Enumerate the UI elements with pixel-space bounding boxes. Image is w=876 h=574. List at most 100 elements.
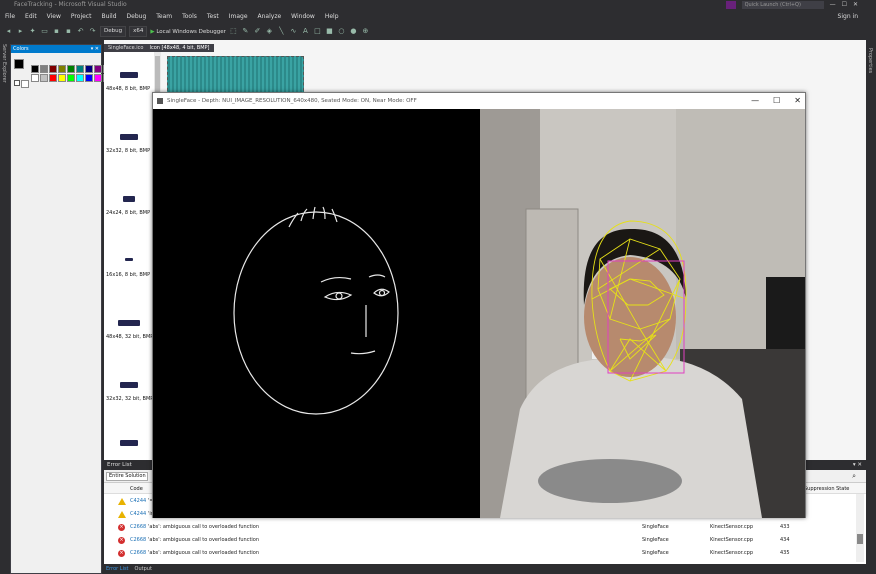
server-explorer-strip[interactable]: Server Explorer bbox=[0, 40, 10, 574]
filled-rect-tool-icon[interactable]: ■ bbox=[325, 27, 334, 36]
icon-thumbnail bbox=[120, 134, 138, 140]
text-tool-icon[interactable]: A bbox=[301, 27, 310, 36]
close-button[interactable]: ✕ bbox=[853, 0, 858, 10]
icon-entry[interactable]: 48x48, 8 bit, BMP bbox=[104, 62, 156, 102]
palette-color-swatch[interactable] bbox=[31, 74, 39, 82]
column-header-code[interactable]: Code bbox=[130, 486, 143, 492]
camera-scene bbox=[480, 109, 805, 518]
colors-panel-header: Colors ▾ ✕ bbox=[11, 45, 101, 53]
configuration-select[interactable]: Debug bbox=[100, 26, 127, 37]
quick-launch-input[interactable]: Quick Launch (Ctrl+Q) bbox=[741, 1, 824, 9]
properties-strip[interactable]: Properties bbox=[866, 40, 876, 574]
menu-debug[interactable]: Debug bbox=[122, 13, 152, 20]
icon-entry[interactable]: 24x24, 8 bit, BMP bbox=[104, 186, 156, 226]
search-icon[interactable]: ⌕ bbox=[852, 472, 856, 481]
menu-project[interactable]: Project bbox=[66, 13, 97, 20]
palette-color-swatch[interactable] bbox=[67, 74, 75, 82]
palette-color-swatch[interactable] bbox=[94, 74, 102, 82]
redo-icon[interactable]: ↷ bbox=[88, 27, 97, 36]
menu-tools[interactable]: Tools bbox=[177, 13, 202, 20]
palette-color-swatch[interactable] bbox=[31, 65, 39, 73]
brush-tool-icon[interactable]: ✐ bbox=[253, 27, 262, 36]
icon-entry[interactable]: 48x48, 32 bit, BMP bbox=[104, 310, 156, 350]
menu-help[interactable]: Help bbox=[320, 13, 344, 20]
icon-entry-label: 16x16, 8 bit, BMP bbox=[106, 272, 151, 278]
palette-color-swatch[interactable] bbox=[85, 65, 93, 73]
singleface-maximize-button[interactable]: ☐ bbox=[773, 93, 780, 109]
icon-entry[interactable]: 16x16, 8 bit, BMP bbox=[104, 248, 156, 288]
image-editor-canvas[interactable] bbox=[167, 56, 304, 96]
menu-view[interactable]: View bbox=[42, 13, 66, 20]
singleface-close-button[interactable]: ✕ bbox=[794, 93, 801, 109]
menu-test[interactable]: Test bbox=[202, 13, 224, 20]
ellipse-tool-icon[interactable]: ○ bbox=[337, 27, 346, 36]
foreground-color-swatch[interactable] bbox=[14, 59, 24, 69]
table-row[interactable]: × C2668'abs': ambiguous call to overloade… bbox=[104, 522, 854, 533]
table-row[interactable]: × C2668'abs': ambiguous call to overloade… bbox=[104, 548, 854, 559]
maximize-button[interactable]: ☐ bbox=[842, 0, 847, 10]
fill-tool-icon[interactable]: ◈ bbox=[265, 27, 274, 36]
error-list-controls[interactable]: ▾ ✕ bbox=[853, 460, 862, 470]
vs-logo-icon bbox=[725, 1, 736, 9]
menu-window[interactable]: Window bbox=[286, 13, 320, 20]
curve-tool-icon[interactable]: ∿ bbox=[289, 27, 298, 36]
open-icon[interactable]: ▭ bbox=[40, 27, 49, 36]
icon-entry[interactable]: 32x32, 32 bit, BMP bbox=[104, 372, 156, 412]
save-all-icon[interactable]: ▪ bbox=[64, 27, 73, 36]
menu-analyze[interactable]: Analyze bbox=[253, 13, 287, 20]
select-tool-icon[interactable]: ⬚ bbox=[229, 27, 238, 36]
save-icon[interactable]: ▪ bbox=[52, 27, 61, 36]
table-row[interactable]: × C2668'abs': ambiguous call to overloade… bbox=[104, 535, 854, 546]
minimize-button[interactable]: — bbox=[830, 0, 836, 10]
palette-color-swatch[interactable] bbox=[40, 74, 48, 82]
properties-label[interactable]: Properties bbox=[867, 48, 873, 73]
scrollbar-thumb[interactable] bbox=[857, 534, 863, 544]
scrollbar-thumb[interactable] bbox=[155, 56, 160, 92]
zoom-tool-icon[interactable]: ⊕ bbox=[361, 27, 370, 36]
palette-color-swatch[interactable] bbox=[58, 74, 66, 82]
menu-team[interactable]: Team bbox=[151, 13, 177, 20]
icon-entry-label: 48x48, 8 bit, BMP bbox=[106, 86, 151, 92]
palette-color-swatch[interactable] bbox=[76, 74, 84, 82]
palette-color-swatch[interactable] bbox=[94, 65, 102, 73]
menu-edit[interactable]: Edit bbox=[20, 13, 42, 20]
pencil-tool-icon[interactable]: ✎ bbox=[241, 27, 250, 36]
column-header-suppression[interactable]: Suppression State bbox=[804, 486, 849, 492]
sign-in-link[interactable]: Sign in bbox=[838, 13, 858, 20]
bottom-tab-strip: Error List Output bbox=[104, 564, 866, 574]
line-tool-icon[interactable]: ╲ bbox=[277, 27, 286, 36]
start-debugging-button[interactable]: ▶ Local Windows Debugger bbox=[150, 29, 226, 35]
scope-select[interactable]: Entire Solution bbox=[106, 472, 148, 481]
menu-build[interactable]: Build bbox=[96, 13, 121, 20]
platform-select[interactable]: x64 bbox=[129, 26, 148, 37]
tab-output[interactable]: Output bbox=[135, 564, 152, 574]
singleface-minimize-button[interactable]: — bbox=[751, 93, 759, 109]
filled-ellipse-tool-icon[interactable]: ● bbox=[349, 27, 358, 36]
palette-color-swatch[interactable] bbox=[40, 65, 48, 73]
palette-color-swatch[interactable] bbox=[49, 74, 57, 82]
undo-icon[interactable]: ↶ bbox=[76, 27, 85, 36]
server-explorer-label[interactable]: Server Explorer bbox=[1, 44, 7, 83]
colors-panel-controls[interactable]: ▾ ✕ bbox=[91, 45, 99, 53]
menu-image[interactable]: Image bbox=[224, 13, 253, 20]
palette-color-swatch[interactable] bbox=[76, 65, 84, 73]
icon-entry[interactable]: 32x32, 8 bit, BMP bbox=[104, 124, 156, 164]
menu-file[interactable]: File bbox=[0, 13, 20, 20]
background-color-swatch[interactable] bbox=[21, 80, 29, 88]
back-icon[interactable]: ◂ bbox=[4, 27, 13, 36]
icon-thumbnail bbox=[120, 440, 138, 446]
error-file: KinectSensor.cpp bbox=[710, 550, 753, 556]
error-list-scrollbar[interactable] bbox=[856, 494, 864, 562]
error-project: SingleFace bbox=[642, 524, 669, 530]
tab-error-list[interactable]: Error List bbox=[106, 564, 129, 574]
palette-color-swatch[interactable] bbox=[85, 74, 93, 82]
palette-color-swatch[interactable] bbox=[49, 65, 57, 73]
tab-singleface-ico[interactable]: SingleFace.ico bbox=[108, 44, 143, 52]
forward-icon[interactable]: ▸ bbox=[16, 27, 25, 36]
transparent-swatch[interactable] bbox=[14, 80, 20, 86]
rectangle-tool-icon[interactable]: □ bbox=[313, 27, 322, 36]
new-project-icon[interactable]: ✦ bbox=[28, 27, 37, 36]
palette-color-swatch[interactable] bbox=[58, 65, 66, 73]
palette-color-swatch[interactable] bbox=[67, 65, 75, 73]
tab-icon-48x48[interactable]: Icon [48x48, 4 bit, BMP] bbox=[149, 44, 209, 52]
